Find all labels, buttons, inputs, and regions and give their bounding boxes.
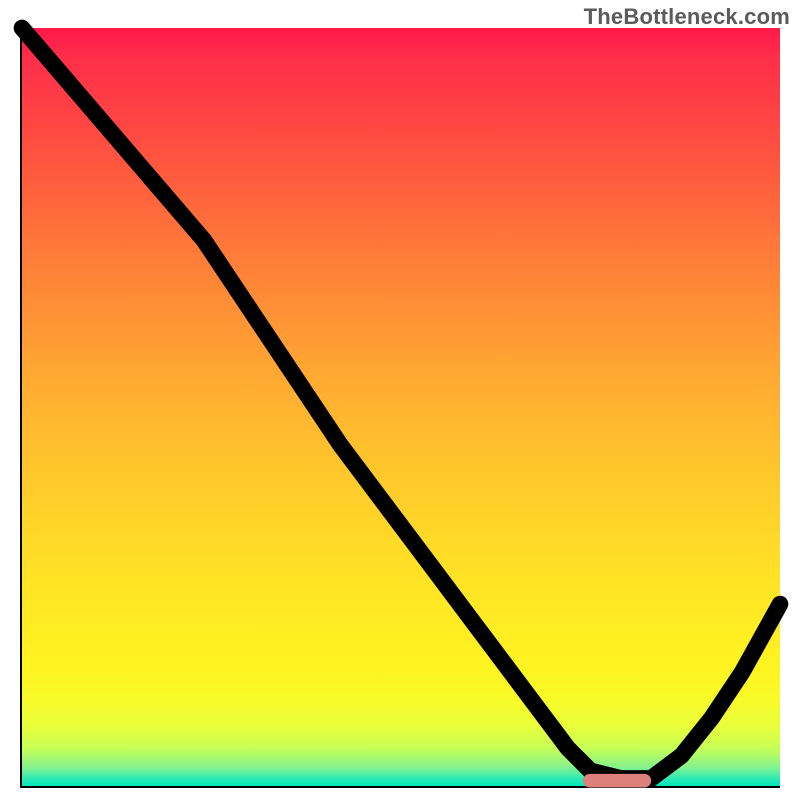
watermark-text: TheBottleneck.com xyxy=(584,4,790,30)
plot-area xyxy=(20,28,780,788)
optimal-range-marker xyxy=(583,774,651,788)
chart-container: TheBottleneck.com xyxy=(0,0,800,800)
bottleneck-curve xyxy=(22,28,780,778)
curve-layer xyxy=(22,28,780,786)
